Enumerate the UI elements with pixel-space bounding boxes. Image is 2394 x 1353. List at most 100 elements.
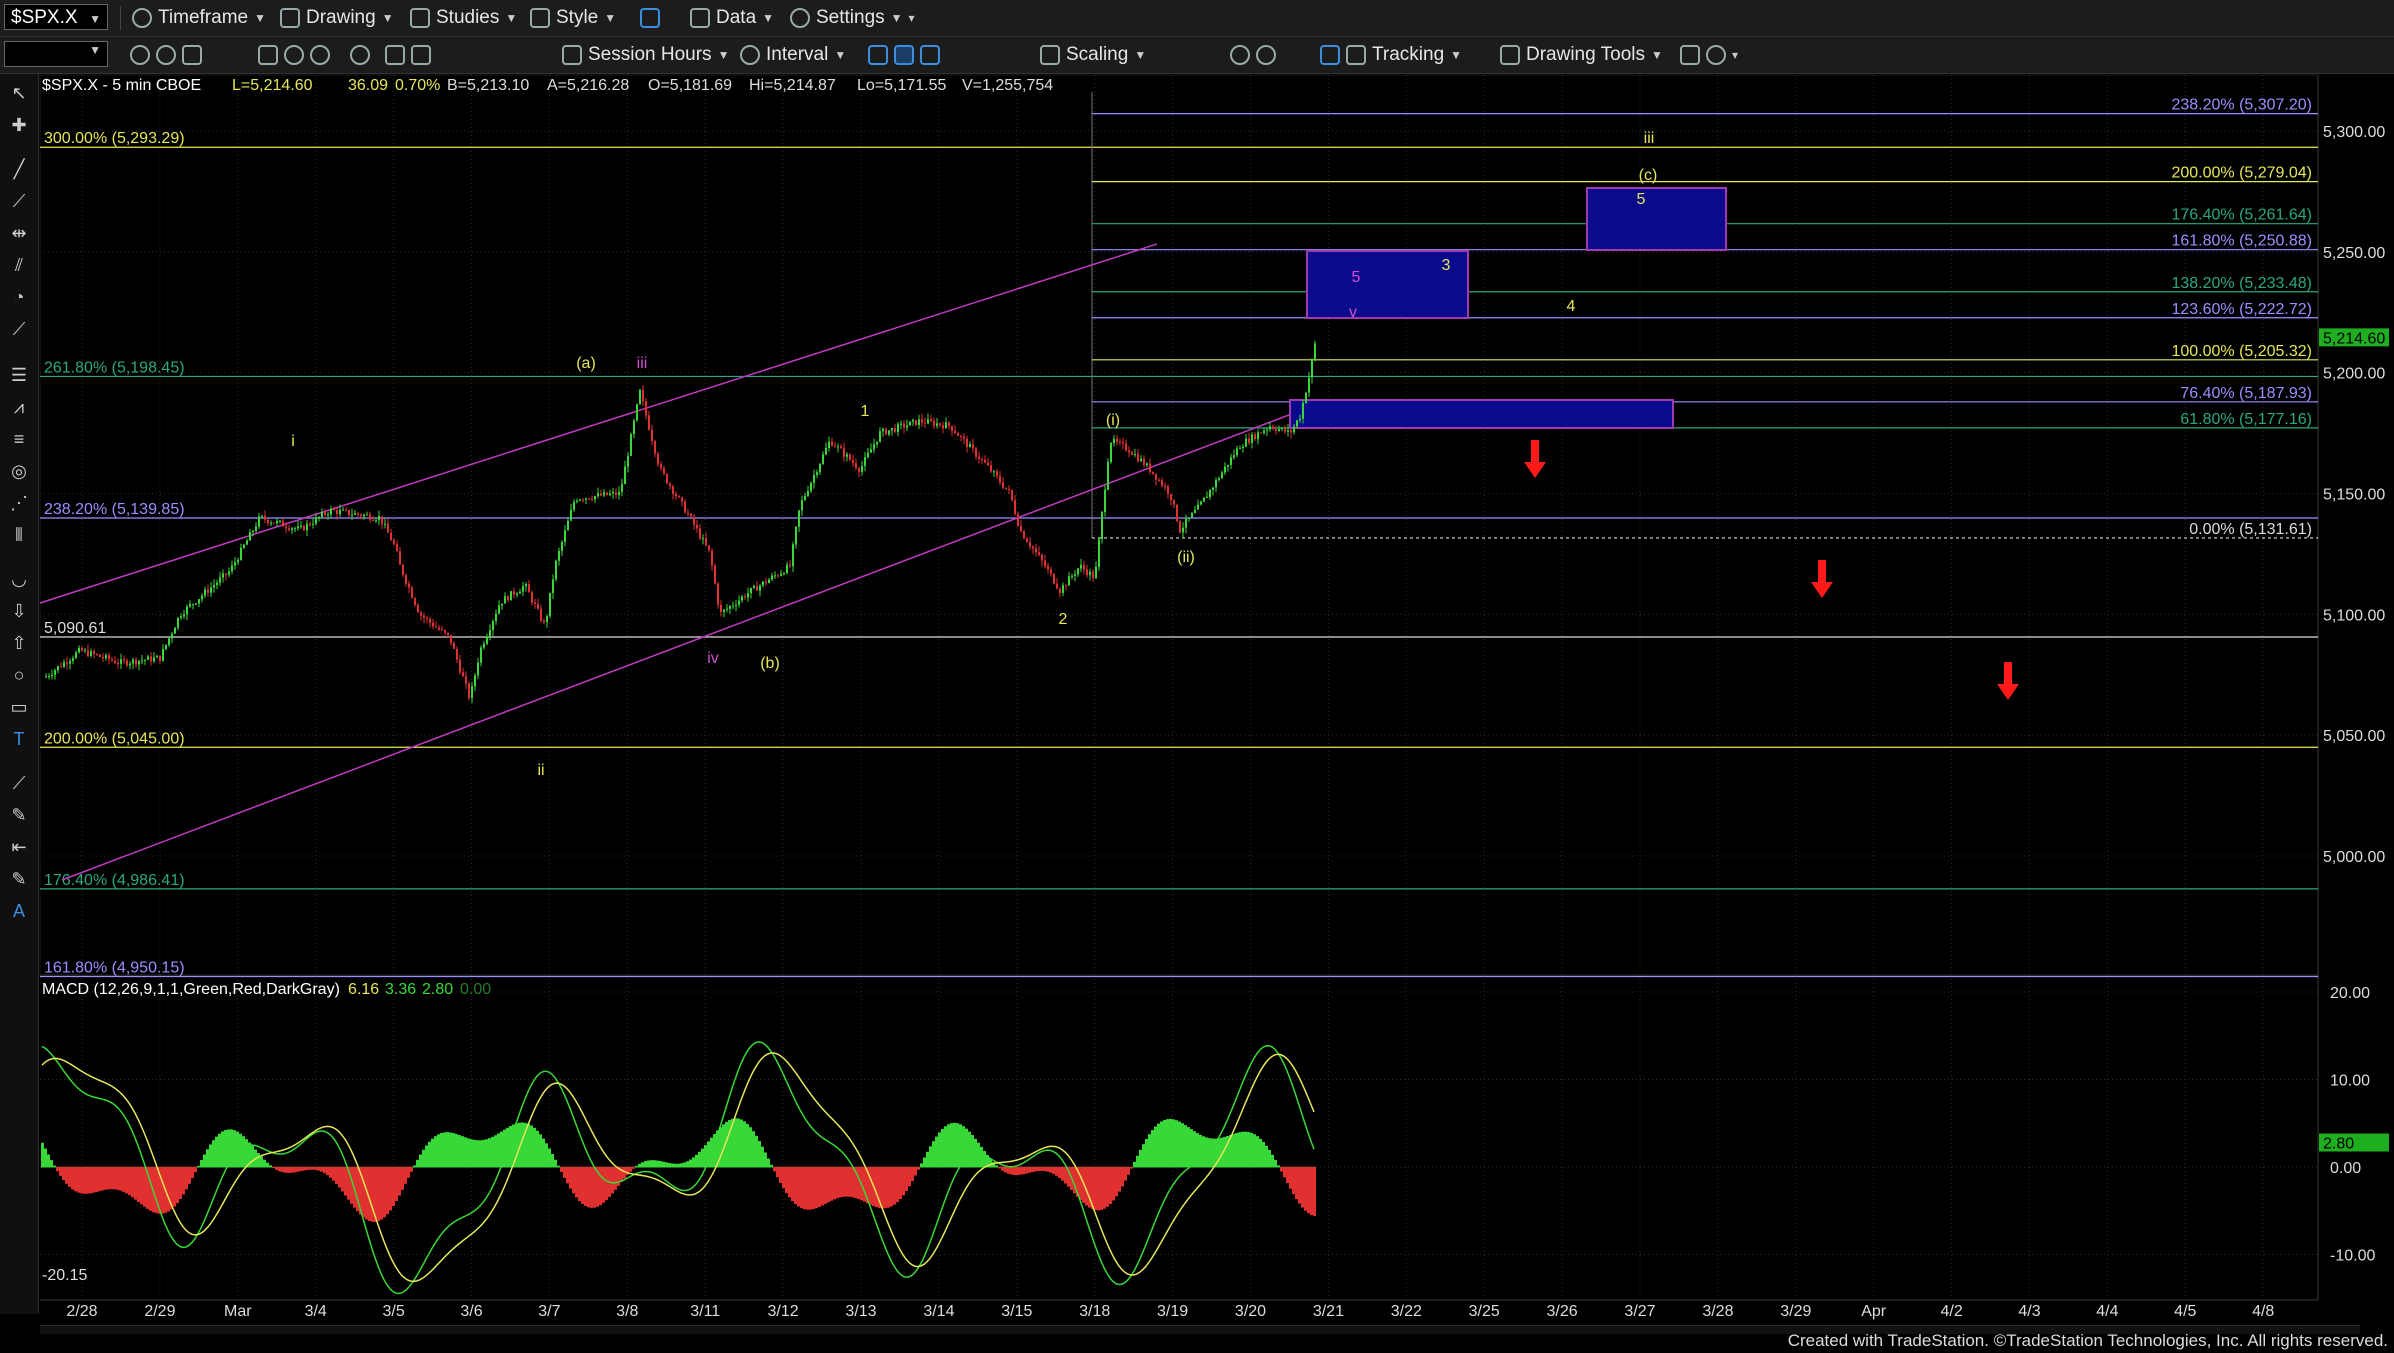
macd-histogram-bar [98,1167,101,1192]
fib-label-right: 123.60% (5,222.72) [2171,301,2312,318]
candle-body [963,436,965,439]
candle-body [450,635,452,644]
candle-body [1095,566,1097,579]
macd-histogram-bar [719,1127,722,1168]
macd-histogram-bar [1124,1167,1127,1181]
macd-histogram-bar [590,1167,593,1208]
candle-body [408,583,410,588]
macd-histogram-bar [155,1167,158,1214]
candle-body [141,660,143,662]
macd-histogram-bar [257,1153,260,1168]
candle-body [987,462,989,466]
macd-histogram-bar [209,1144,212,1168]
macd-histogram-bar [965,1128,968,1168]
candle-body [93,651,95,655]
macd-histogram-bar [449,1132,452,1168]
candle-body [384,523,386,525]
candle-body [954,430,956,434]
candle-body [999,475,1001,483]
macd-histogram-bar [419,1154,422,1168]
candle-body [753,585,755,589]
macd-histogram-bar [887,1167,890,1208]
candle-body [192,604,194,606]
candle-body [1176,504,1178,522]
candle-body [621,484,623,492]
bid: B=5,213.10 [447,77,529,94]
candle-body [315,517,317,524]
candle-body [366,514,368,516]
candle-body [222,573,224,578]
candle-body [858,468,860,472]
macd-histogram-bar [767,1158,770,1168]
macd-histogram-bar [947,1124,950,1168]
macd-histogram-bar [1175,1120,1178,1168]
macd-histogram-bar [758,1141,761,1168]
candle-body [1071,575,1073,577]
macd-histogram-bar [470,1139,473,1168]
candle-body [1140,458,1142,462]
candle-body [378,516,380,521]
candle-body [195,603,197,605]
candle-body [1116,438,1118,442]
candle-body [627,455,629,467]
macd-histogram-bar [50,1160,53,1168]
candle-body [951,425,953,431]
macd-histogram-bar [335,1167,338,1184]
candle-body [480,647,482,663]
macd-histogram-bar [1121,1167,1124,1187]
macd-histogram-bar [755,1135,758,1168]
price-label: 5,050.00 [2323,728,2385,745]
macd-histogram-bar [1112,1167,1115,1201]
macd-histogram-bar [584,1167,587,1207]
candle-body [1242,446,1244,448]
macd-histogram-bar [548,1148,551,1168]
candle-body [396,543,398,552]
macd-histogram-bar [272,1167,275,1169]
candle-body [120,659,122,664]
macd-histogram-bar [194,1167,197,1173]
candle-body [1266,429,1268,431]
candle-body [348,509,350,516]
macd-histogram-bar [218,1133,221,1168]
macd-histogram-bar [104,1167,107,1190]
candle-body [528,584,530,593]
candle-body [312,523,314,525]
macd-histogram-bar [422,1149,425,1168]
down-arrow-icon [1524,440,1546,478]
macd-histogram-bar [1160,1121,1163,1168]
candle-body [1212,487,1214,490]
macd-histogram-bar [116,1167,119,1190]
candle-body [99,654,101,657]
fib-label-right: 161.80% (5,250.88) [2171,233,2312,250]
macd-histogram-bar [788,1167,791,1198]
macd-histogram-bar [188,1167,191,1184]
macd-histogram-bar [401,1167,404,1190]
macd-histogram-bar [1235,1132,1238,1168]
macd-axis-label: 20.00 [2330,985,2370,1002]
macd-histogram-bar [1094,1167,1097,1211]
candle-body [960,436,962,438]
candle-body [1209,489,1211,498]
candle-body [831,441,833,446]
ask: A=5,216.28 [547,77,629,94]
macd-histogram-bar [926,1151,929,1168]
macd-histogram-bar [1154,1126,1157,1168]
candle-body [318,516,320,518]
price-chart[interactable]: 300.00% (5,293.29) 261.80% (5,198.45) 238.… [0,0,2394,1353]
wave-label: 5 [1637,191,1646,208]
macd-histogram-bar [545,1143,548,1168]
macd-histogram-bar [167,1167,170,1212]
candle-body [903,423,905,428]
candle-body [327,514,329,516]
macd-histogram-bar [563,1167,566,1178]
candle-body [291,528,293,530]
wave-label: ii [537,762,544,779]
candle-body [420,612,422,616]
candle-body [534,602,536,605]
date-label: 3/11 [690,1303,720,1320]
macd-histogram-bar [599,1167,602,1206]
macd-histogram-bar [212,1140,215,1168]
macd-histogram-bar [812,1167,815,1210]
macd-histogram-bar [119,1167,122,1191]
candle-body [1215,479,1217,488]
